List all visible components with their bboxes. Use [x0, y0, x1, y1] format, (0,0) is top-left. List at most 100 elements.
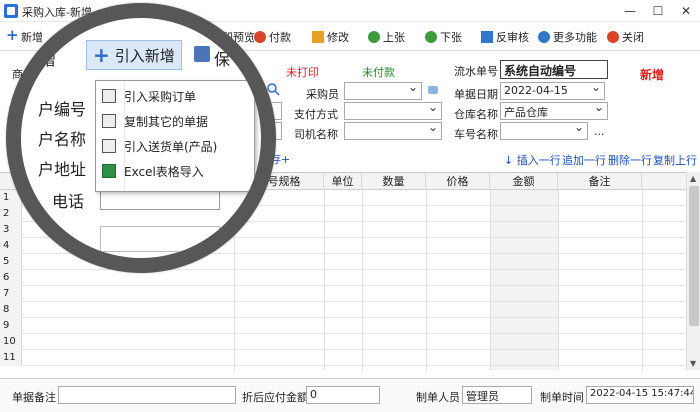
table-row[interactable]: 6	[0, 270, 686, 286]
magnified-save-partial: 保	[214, 50, 231, 69]
delete-row-link[interactable]: 删除一行	[608, 152, 652, 168]
time-label: 制单时间	[540, 391, 584, 404]
next-label: 下张	[440, 31, 462, 44]
row-number: 6	[0, 270, 22, 286]
grid-col-remark[interactable]: 备注	[558, 173, 642, 190]
paymethod-select[interactable]	[344, 102, 442, 120]
creator-field[interactable]: 管理员	[462, 386, 532, 404]
next-icon	[425, 31, 437, 43]
time-field[interactable]: 2022-04-15 15:47:44	[586, 386, 694, 404]
date-label: 单据日期	[454, 88, 498, 101]
menu-item-copy-document[interactable]: 复制其它的单据	[96, 110, 254, 132]
date-picker[interactable]: 2022-04-15	[500, 82, 605, 100]
table-row[interactable]: 9	[0, 318, 686, 334]
more-button[interactable]: 更多功能	[538, 27, 597, 47]
plate-select[interactable]	[500, 122, 588, 140]
grid-col-price[interactable]: 价格	[426, 173, 490, 190]
mode-badge: 新增	[640, 68, 665, 82]
buyer-label: 采购员	[306, 88, 339, 101]
print-status: 未打印	[286, 66, 319, 79]
discount-label: 折后应付金额	[242, 391, 308, 404]
buyer-select[interactable]	[344, 82, 422, 100]
payment-label: 付款	[269, 31, 291, 44]
table-row[interactable]: 7	[0, 286, 686, 302]
save-icon[interactable]	[194, 46, 210, 62]
more-label: 更多功能	[553, 31, 597, 44]
prev-label: 上张	[383, 31, 405, 44]
customer-name-label: 户名称	[38, 130, 87, 149]
serial-label: 流水单号	[454, 65, 498, 78]
row-number: 8	[0, 302, 22, 318]
prev-icon	[368, 31, 380, 43]
delivery-note-icon	[102, 139, 116, 153]
copy-row-link[interactable]: 复制上行	[653, 152, 697, 168]
phone-label: 电话	[52, 192, 85, 211]
scroll-thumb[interactable]	[689, 186, 699, 326]
paymethod-label: 支付方式	[294, 108, 338, 121]
discount-field[interactable]: 0	[306, 386, 380, 404]
close-button[interactable]: 关闭	[607, 27, 644, 47]
lookup-icon[interactable]	[428, 86, 438, 94]
minimize-button[interactable]: —	[616, 0, 644, 22]
import-plus-icon: +	[93, 43, 110, 67]
menu-item-delivery-note[interactable]: 引入送货单(产品)	[96, 135, 254, 157]
note-field[interactable]	[58, 386, 236, 404]
payment-status: 未付款	[362, 66, 395, 79]
row-number: 3	[0, 222, 22, 238]
plate-label: 车号名称	[454, 128, 498, 141]
row-number: 11	[0, 350, 22, 366]
creator-label: 制单人员	[416, 391, 460, 404]
row-number: 5	[0, 254, 22, 270]
warehouse-select[interactable]: 产品仓库	[500, 102, 608, 120]
menu-item-purchase-order[interactable]: 引入采购订单	[96, 85, 254, 107]
import-add-button[interactable]: + 引入新增	[86, 40, 182, 70]
table-row[interactable]: 11	[0, 350, 686, 366]
grid-scrollbar[interactable]: ▲ ▼	[686, 172, 700, 370]
table-row[interactable]: 8	[0, 302, 686, 318]
edit-label: 修改	[327, 31, 349, 44]
purchase-order-icon	[102, 89, 116, 103]
grid-col-qty[interactable]: 数量	[362, 173, 426, 190]
footer: 单据备注 折后应付金额 0 制单人员 管理员 制单时间 2022-04-15 1…	[0, 378, 700, 412]
import-add-label: 引入新增	[114, 46, 175, 65]
row-number: 10	[0, 334, 22, 350]
edit-button[interactable]: 修改	[312, 27, 349, 47]
scroll-up-icon[interactable]: ▲	[690, 174, 696, 183]
note-label: 单据备注	[12, 391, 56, 404]
prev-button[interactable]: 上张	[368, 27, 405, 47]
serial-field[interactable]: 系统自动编号	[500, 60, 608, 79]
unaudit-button[interactable]: 反审核	[481, 27, 529, 47]
menu-item-label: 引入采购订单	[124, 89, 197, 104]
close-label: 关闭	[622, 31, 644, 44]
plate-more-button[interactable]: ...	[594, 125, 605, 138]
menu-item-excel-import[interactable]: Excel表格导入	[96, 160, 254, 182]
table-row[interactable]: 10	[0, 334, 686, 350]
close-icon	[607, 31, 619, 43]
grid-col-unit[interactable]: 单位	[324, 173, 362, 190]
scroll-down-icon[interactable]: ▼	[690, 359, 696, 368]
row-number: 9	[0, 318, 22, 334]
row-number: 4	[0, 238, 22, 254]
insert-row-link[interactable]: ↓ 插入一行	[504, 152, 561, 168]
magnified-content: 增 + 引入新增 保 户编号 户名称 户地址 电话 引入采购订单 复制其它的单据	[21, 18, 261, 258]
grid-col-amount[interactable]: 金额	[490, 173, 558, 190]
menu-item-label: 复制其它的单据	[124, 114, 209, 129]
unaudit-label: 反审核	[496, 31, 529, 44]
next-button[interactable]: 下张	[425, 27, 462, 47]
customer-address-label: 户地址	[38, 160, 87, 179]
append-row-link[interactable]: 追加一行	[562, 152, 606, 168]
magnifier-lens: 增 + 引入新增 保 户编号 户名称 户地址 电话 引入采购订单 复制其它的单据	[6, 3, 276, 273]
grid-preview-field[interactable]	[100, 226, 220, 252]
edit-icon	[312, 31, 324, 43]
maximize-button[interactable]: ☐	[644, 0, 672, 22]
app-icon	[4, 4, 18, 18]
row-number: 2	[0, 206, 22, 222]
driver-label: 司机名称	[294, 128, 338, 141]
warehouse-label: 仓库名称	[454, 108, 498, 121]
excel-icon	[102, 164, 116, 178]
copy-document-icon	[102, 114, 116, 128]
menu-item-label: Excel表格导入	[124, 164, 204, 179]
window-close-button[interactable]: ✕	[672, 0, 700, 22]
import-dropdown-menu: 引入采购订单 复制其它的单据 引入送货单(产品) Excel表格导入	[95, 80, 255, 192]
driver-select[interactable]	[344, 122, 442, 140]
